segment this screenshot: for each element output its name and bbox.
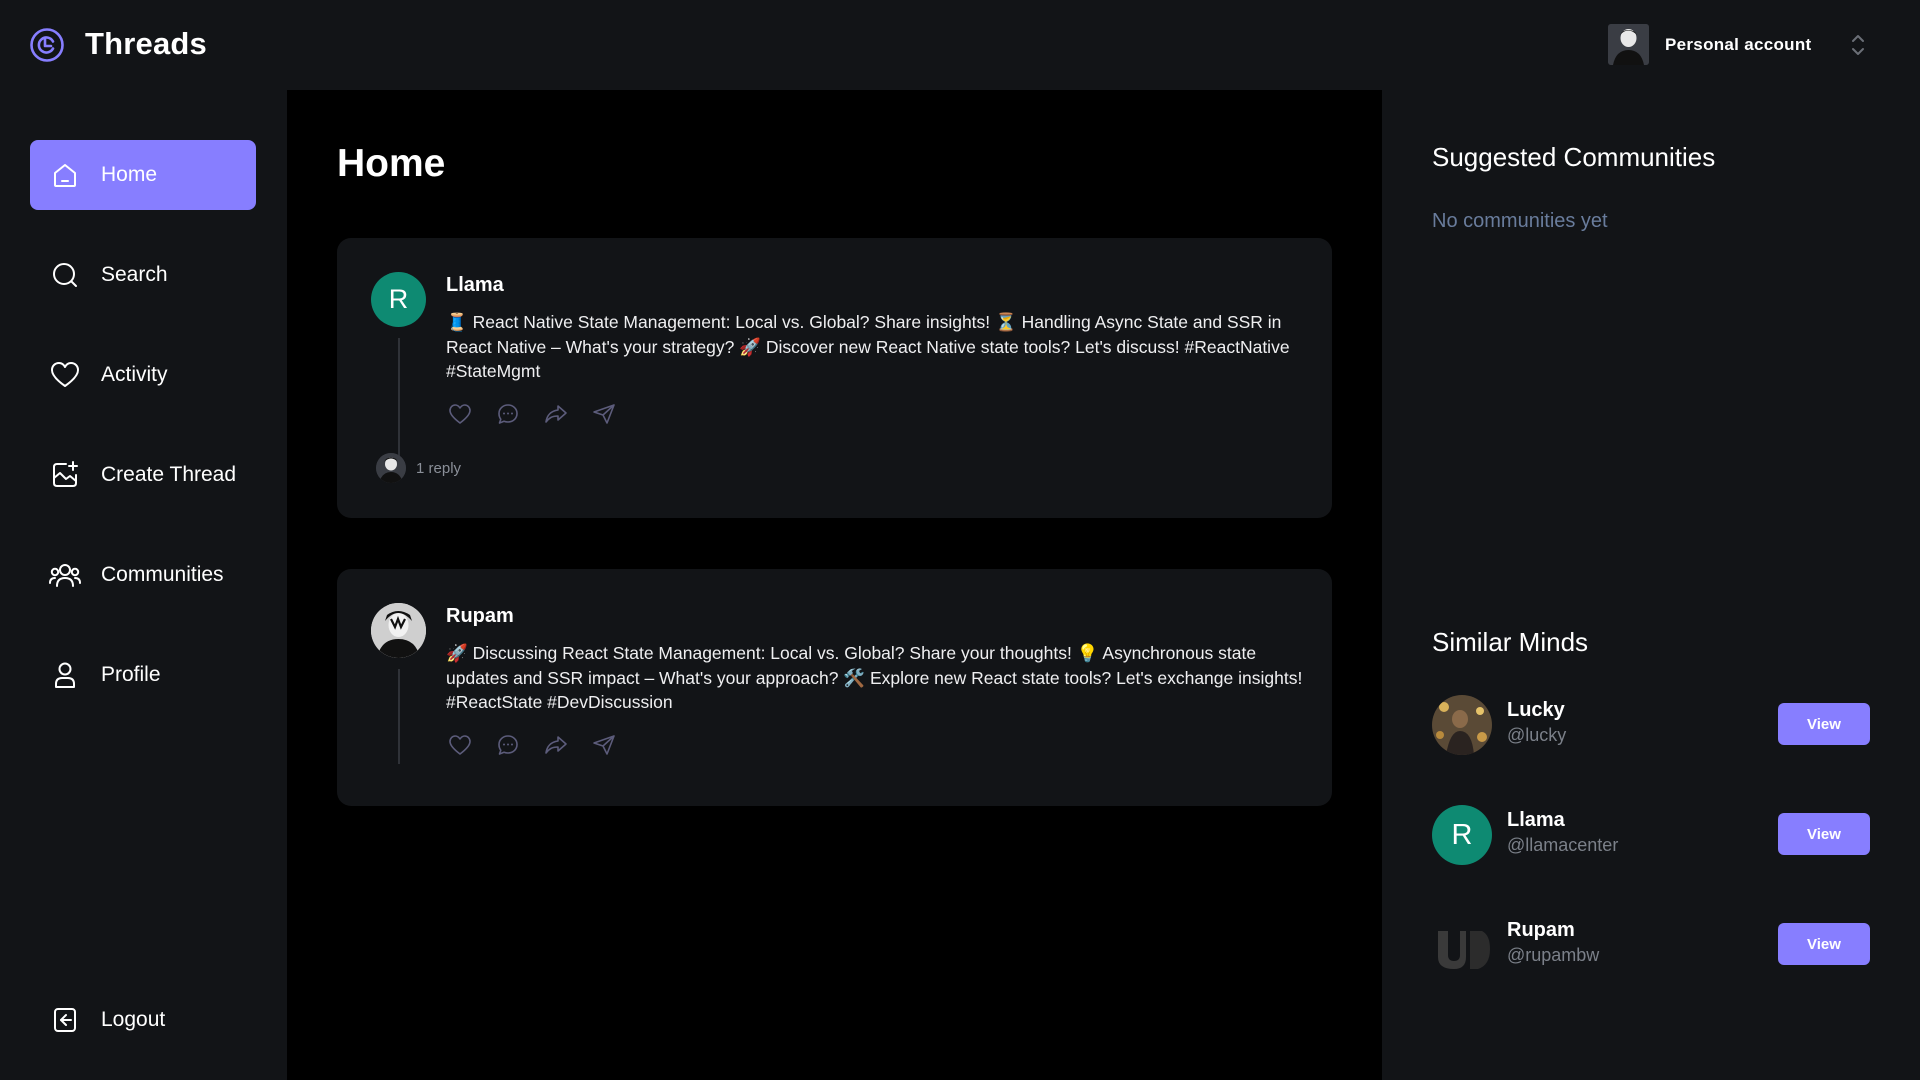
- user-card: Rupam @rupambw View: [1432, 915, 1870, 977]
- reply-icon[interactable]: [495, 401, 521, 427]
- thread-line: [398, 669, 400, 764]
- thread-text: 🚀 Discussing React State Management: Loc…: [446, 643, 1303, 712]
- user-card: Lucky @lucky View: [1432, 695, 1870, 757]
- account-label: Personal account: [1665, 34, 1812, 54]
- sidebar-item-label: Create Thread: [101, 463, 237, 486]
- sidebar-item-label: Profile: [101, 663, 161, 686]
- avatar[interactable]: [1432, 915, 1492, 975]
- sidebar-item-label: Search: [101, 263, 168, 286]
- user-card: R Llama @llamacenter View: [1432, 805, 1870, 867]
- avatar: [376, 453, 406, 483]
- sidebar-item-create-thread[interactable]: Create Thread: [30, 440, 256, 510]
- thread-card: R Llama 🧵 React Native State Management:…: [337, 238, 1332, 518]
- chevrons-up-down-icon[interactable]: [1850, 32, 1866, 58]
- left-sidebar: Home Search Activity Create Thread Commu…: [0, 90, 287, 1080]
- create-thread-icon: [49, 459, 81, 491]
- thread-author[interactable]: Rupam: [446, 605, 514, 628]
- logout-icon: [49, 1004, 81, 1036]
- user-name: Lucky: [1507, 699, 1565, 721]
- sidebar-item-label: Communities: [101, 563, 224, 586]
- sidebar-item-label: Activity: [101, 363, 168, 386]
- logout-label: Logout: [101, 1008, 166, 1031]
- share-icon[interactable]: [591, 732, 617, 758]
- user-handle: @lucky: [1507, 725, 1567, 745]
- main-feed: Home R Llama 🧵 React Native State Manage…: [287, 90, 1382, 1080]
- sidebar-item-activity[interactable]: Activity: [30, 340, 256, 410]
- reply-count: 1 reply: [416, 459, 462, 477]
- avatar[interactable]: R: [371, 272, 426, 327]
- share-icon[interactable]: [591, 401, 617, 427]
- thread-text: 🧵 React Native State Management: Local v…: [446, 312, 1290, 381]
- user-name: Llama: [1507, 809, 1565, 831]
- user-name: Rupam: [1507, 919, 1575, 941]
- search-icon: [49, 259, 81, 291]
- view-button[interactable]: View: [1778, 813, 1870, 855]
- profile-icon: [49, 659, 81, 691]
- communities-icon: [49, 559, 81, 591]
- account-switcher[interactable]: Personal account: [1608, 24, 1812, 65]
- view-button[interactable]: View: [1778, 923, 1870, 965]
- repost-icon[interactable]: [543, 732, 569, 758]
- right-sidebar: Suggested Communities No communities yet…: [1382, 90, 1920, 1080]
- reply-icon[interactable]: [495, 732, 521, 758]
- user-handle: @llamacenter: [1507, 835, 1619, 855]
- home-icon: [49, 159, 81, 191]
- avatar[interactable]: R: [1432, 805, 1492, 865]
- avatar[interactable]: [1432, 695, 1492, 755]
- suggested-communities-title: Suggested Communities: [1432, 142, 1716, 172]
- heart-icon: [49, 359, 81, 391]
- reply-summary[interactable]: 1 reply: [376, 453, 461, 483]
- brand-name[interactable]: Threads: [85, 26, 207, 62]
- sidebar-item-label: Home: [101, 163, 158, 186]
- avatar[interactable]: [371, 603, 426, 658]
- sidebar-item-search[interactable]: Search: [30, 240, 256, 310]
- communities-empty-text: No communities yet: [1432, 210, 1608, 232]
- thread-actions: [447, 401, 639, 427]
- user-handle: @rupambw: [1507, 945, 1600, 965]
- sidebar-item-home[interactable]: Home: [30, 140, 256, 210]
- sidebar-item-profile[interactable]: Profile: [30, 640, 256, 710]
- account-avatar: [1608, 24, 1649, 65]
- heart-icon[interactable]: [447, 401, 473, 427]
- page-title: Home: [337, 142, 446, 185]
- heart-icon[interactable]: [447, 732, 473, 758]
- thread-line: [398, 338, 400, 462]
- threads-logo-icon[interactable]: [28, 26, 66, 64]
- similar-minds-title: Similar Minds: [1432, 627, 1589, 657]
- view-button[interactable]: View: [1778, 703, 1870, 745]
- thread-author[interactable]: Llama: [446, 274, 504, 297]
- sidebar-item-communities[interactable]: Communities: [30, 540, 256, 610]
- topbar: Threads Personal account: [0, 0, 1920, 90]
- thread-actions: [447, 732, 639, 758]
- logout-button[interactable]: Logout: [30, 985, 256, 1055]
- repost-icon[interactable]: [543, 401, 569, 427]
- thread-card: Rupam 🚀 Discussing React State Managemen…: [337, 569, 1332, 806]
